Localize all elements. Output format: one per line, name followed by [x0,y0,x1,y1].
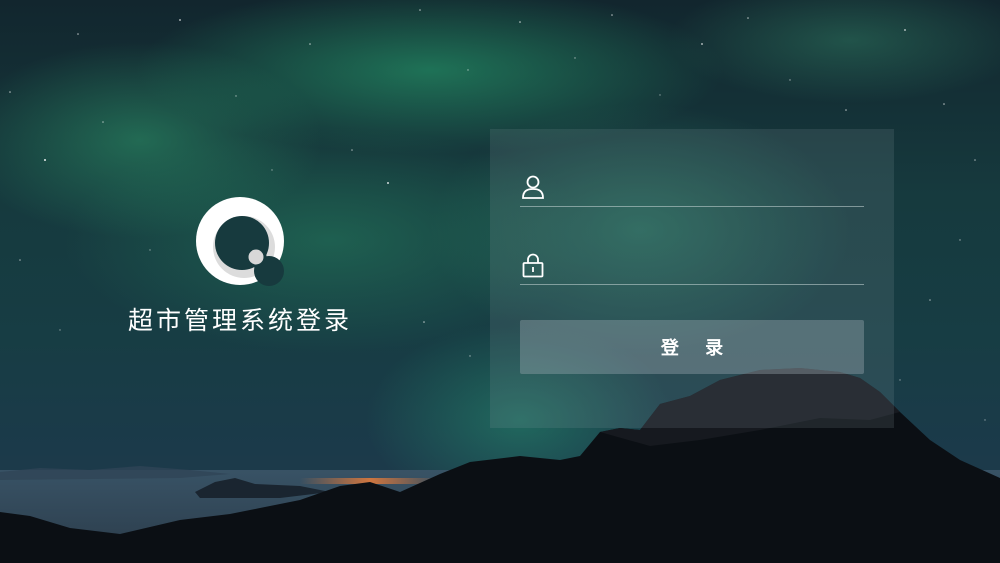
username-input[interactable] [556,171,864,202]
lock-icon [520,251,546,279]
password-input[interactable] [556,249,864,280]
system-title: 超市管理系统登录 [127,306,352,335]
q-ring-logo-icon [196,197,284,286]
login-panel: 登 录 [490,129,894,428]
login-button[interactable]: 登 录 [520,320,864,374]
brand-block: 超市管理系统登录 [110,195,370,337]
user-icon [520,173,546,201]
username-field [520,167,864,207]
password-field [520,245,864,285]
